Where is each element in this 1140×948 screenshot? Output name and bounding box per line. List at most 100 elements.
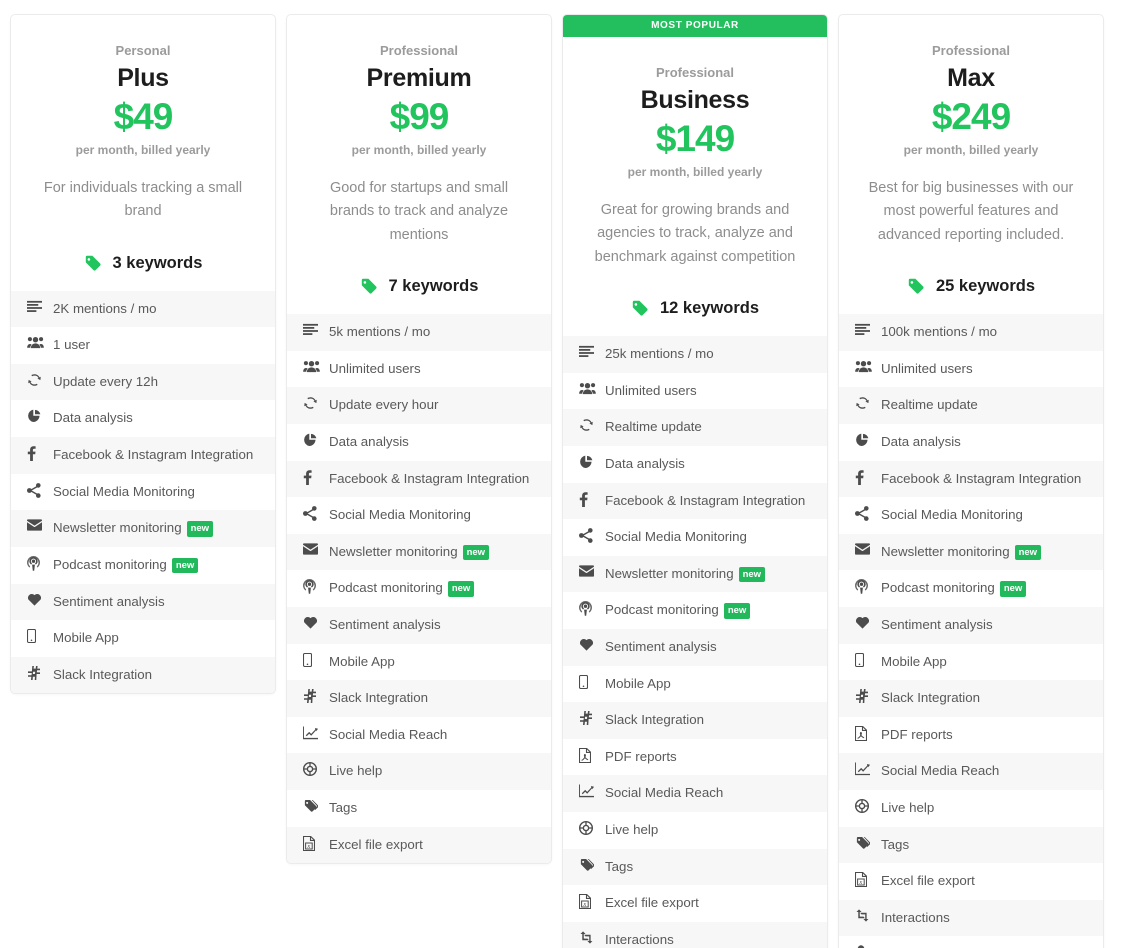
feature-row: Podcast monitoring new	[563, 592, 827, 629]
tags-icon	[855, 835, 881, 850]
feature-label: Live help	[605, 822, 659, 838]
feature-row: Mobile App	[11, 620, 275, 657]
feature-text-wrap: Social Media Monitoring	[605, 527, 747, 548]
feature-text-wrap: Mobile App	[53, 628, 119, 649]
plan-description: Best for big businesses with our most po…	[868, 179, 1074, 243]
feature-text-wrap: Unlimited users	[329, 359, 421, 380]
feature-label: 100k mentions / mo	[881, 324, 998, 340]
plan-card-business: MOST POPULAR Professional Business $149 per …	[562, 14, 828, 948]
mobile-icon	[27, 628, 53, 644]
feature-label: Newsletter monitoring	[881, 543, 1010, 559]
keyword-tag-icon	[631, 300, 649, 317]
plan-price: $49	[113, 96, 174, 137]
refresh-icon	[855, 395, 881, 410]
feature-label: 5k mentions / mo	[329, 324, 431, 340]
feature-label: Interactions	[605, 931, 674, 947]
feature-label: Sentiment analysis	[53, 593, 165, 609]
line-chart-icon	[303, 725, 329, 740]
feature-row: Newsletter monitoring new	[287, 533, 551, 571]
plan-keywords: 3 keywords	[27, 254, 259, 273]
feature-row: Realtime update	[839, 387, 1103, 424]
plan-card-plus: Personal Plus $49 per month, billed yearly F…	[10, 14, 276, 695]
feature-text-wrap: Sentiment analysis	[53, 592, 165, 613]
feature-label: Data analysis	[53, 410, 133, 426]
feature-row: Social Media Monitoring	[11, 474, 275, 511]
new-badge: new	[723, 603, 751, 619]
pdf-file-icon	[579, 747, 605, 763]
feature-row: 5k mentions / mo	[287, 314, 551, 351]
feature-text-wrap: Realtime update	[881, 395, 978, 416]
feature-text-wrap: Slack Integration	[53, 665, 152, 686]
pricing-plans-grid: Personal Plus $49 per month, billed yearly F…	[0, 0, 1140, 948]
feature-text-wrap: Facebook & Instagram Integration	[329, 469, 529, 490]
plan-price: $249	[931, 96, 1011, 137]
feature-text-wrap: Tags	[329, 798, 357, 819]
feature-row: Social Media Monitoring	[287, 497, 551, 534]
feature-row: Sentiment analysis	[11, 583, 275, 621]
plan-category: Professional	[931, 43, 1011, 58]
facebook-icon	[27, 445, 53, 462]
feature-label: Podcast monitoring	[881, 580, 995, 596]
feature-label: Podcast monitoring	[605, 602, 719, 618]
feature-row: Slack Integration	[563, 702, 827, 739]
new-badge: new	[186, 521, 214, 537]
feature-row: 100k mentions / mo	[839, 314, 1103, 351]
feature-row: Mobile App	[839, 644, 1103, 681]
feature-row: Social Media Monitoring	[839, 497, 1103, 534]
envelope-icon	[303, 542, 329, 555]
excel-file-icon: x	[855, 871, 881, 888]
feature-text-wrap: Live help	[605, 820, 658, 841]
feature-text-wrap: Consultant	[881, 944, 945, 948]
feature-text-wrap: Newsletter monitoring new	[53, 518, 214, 539]
feature-label: Newsletter monitoring	[53, 520, 182, 536]
feature-label: Sentiment analysis	[605, 638, 717, 654]
tags-icon	[303, 798, 329, 813]
heart-icon	[303, 615, 329, 629]
feature-row: Facebook & Instagram Integration	[287, 460, 551, 498]
feature-text-wrap: Slack Integration	[605, 710, 704, 731]
feature-row: Live help	[287, 753, 551, 791]
plan-keywords: 7 keywords	[303, 277, 535, 296]
feature-row: Consultant	[839, 936, 1103, 948]
plan-name: Business	[640, 86, 750, 114]
feature-row: 2K mentions / mo	[11, 290, 275, 328]
slack-icon	[303, 688, 329, 704]
feature-text-wrap: Social Media Reach	[329, 725, 447, 746]
feature-row: Podcast monitoring new	[11, 547, 275, 584]
podcast-icon	[579, 600, 605, 617]
feature-row: Sentiment analysis	[839, 606, 1103, 644]
feature-text-wrap: Social Media Monitoring	[881, 505, 1023, 526]
feature-row: Social Media Reach	[563, 775, 827, 813]
feature-row: Unlimited users	[287, 351, 551, 388]
feature-text-wrap: 5k mentions / mo	[329, 322, 430, 343]
feature-label: Social Media Monitoring	[329, 507, 471, 523]
feature-label: Tags	[881, 836, 910, 852]
feature-label: Mobile App	[329, 653, 395, 669]
feature-label: Sentiment analysis	[329, 616, 441, 632]
feature-text-wrap: Social Media Reach	[881, 761, 999, 782]
feature-text-wrap: Mobile App	[329, 652, 395, 673]
plan-price: $99	[389, 96, 450, 137]
feature-text-wrap: Sentiment analysis	[605, 637, 717, 658]
plan-keywords-label: 3 keywords	[112, 253, 203, 272]
feature-text-wrap: Interactions	[605, 930, 674, 948]
feature-label: Unlimited users	[881, 360, 973, 376]
feature-label: Sentiment analysis	[881, 616, 993, 632]
feature-row: Unlimited users	[563, 373, 827, 410]
slack-icon	[27, 665, 53, 680]
plan-card-premium: Professional Premium $99 per month, billed …	[286, 14, 552, 865]
feature-row: Realtime update	[563, 409, 827, 446]
feature-label: Podcast monitoring	[329, 580, 443, 596]
mentions-icon	[27, 299, 53, 314]
keyword-tag-icon	[84, 255, 102, 272]
feature-list: 100k mentions / mo Unlimited users Realtim…	[839, 314, 1103, 948]
feature-label: Mobile App	[881, 653, 947, 669]
feature-label: Data analysis	[605, 455, 685, 471]
tags-icon	[579, 857, 605, 872]
users-icon	[27, 335, 53, 349]
refresh-icon	[579, 417, 605, 432]
plan-keywords: 12 keywords	[579, 299, 811, 318]
feature-text-wrap: Data analysis	[605, 454, 685, 475]
facebook-icon	[303, 469, 329, 485]
feature-row: Podcast monitoring new	[839, 570, 1103, 607]
